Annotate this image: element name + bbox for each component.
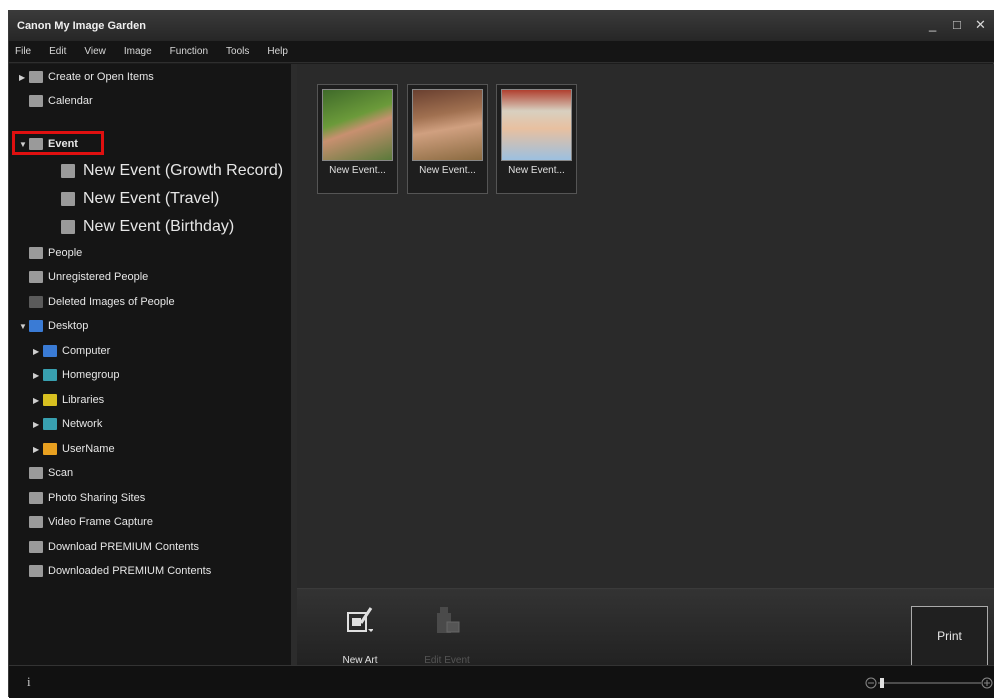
- event-photo: [322, 89, 393, 161]
- menu-view[interactable]: View: [78, 46, 118, 57]
- status-bar: i: [9, 665, 994, 698]
- sidebar-item-label: Photo Sharing Sites: [48, 492, 146, 504]
- menu-tools[interactable]: Tools: [220, 46, 261, 57]
- title-bar: Canon My Image Garden _ □ ✕: [9, 11, 994, 41]
- sidebar-item-label: Download PREMIUM Contents: [48, 541, 200, 553]
- growth-record-icon: [61, 164, 75, 178]
- folder-icon: [29, 565, 43, 577]
- menu-bar: File Edit View Image Function Tools Help: [9, 41, 994, 63]
- sidebar-item-label: UserName: [62, 443, 115, 455]
- sidebar-item-homegroup[interactable]: ▶ Homegroup: [33, 364, 119, 386]
- highlight-box: [12, 131, 104, 155]
- close-button[interactable]: ✕: [975, 18, 986, 32]
- scan-icon: [29, 467, 43, 479]
- menu-file[interactable]: File: [9, 46, 43, 57]
- sidebar-item-label: Libraries: [62, 394, 105, 406]
- sidebar-item-label: New Event (Growth Record): [83, 162, 284, 179]
- edit-event-icon: [437, 607, 460, 633]
- sidebar-item-growth-record[interactable]: New Event (Growth Record): [61, 158, 283, 184]
- birthday-icon: [61, 220, 75, 234]
- info-icon[interactable]: i: [27, 674, 31, 690]
- window-title: Canon My Image Garden: [17, 20, 146, 32]
- computer-icon: [43, 345, 57, 357]
- sidebar-item-label: Homegroup: [62, 369, 120, 381]
- sidebar-item-people[interactable]: People: [29, 242, 82, 264]
- user-folder-icon: [43, 443, 57, 455]
- maximize-button[interactable]: □: [953, 18, 961, 32]
- create-items-icon: [29, 71, 43, 83]
- sidebar-item-video-frame-capture[interactable]: Video Frame Capture: [29, 511, 153, 533]
- sidebar-item-photo-sharing[interactable]: Photo Sharing Sites: [29, 487, 145, 509]
- sidebar-item-label: Desktop: [48, 320, 89, 332]
- event-thumbnail[interactable]: New Event...: [496, 84, 577, 194]
- menu-edit[interactable]: Edit: [43, 46, 78, 57]
- expand-arrow-icon[interactable]: ▶: [33, 420, 43, 429]
- event-thumbnail[interactable]: New Event...: [407, 84, 488, 194]
- unregistered-person-icon: [29, 271, 43, 283]
- sidebar-item-unregistered-people[interactable]: Unregistered People: [29, 266, 148, 288]
- calendar-icon: [29, 95, 43, 107]
- expand-arrow-icon[interactable]: ▶: [33, 396, 43, 405]
- event-thumbnail[interactable]: New Event...: [317, 84, 398, 194]
- homegroup-icon: [43, 369, 57, 381]
- thumbnail-label: New Event...: [329, 165, 386, 176]
- download-icon: [29, 541, 43, 553]
- sidebar-item-desktop[interactable]: ▼ Desktop: [19, 315, 88, 337]
- expand-arrow-icon[interactable]: ▶: [33, 347, 43, 356]
- photo-sharing-icon: [29, 492, 43, 504]
- sidebar-item-downloaded-premium[interactable]: Downloaded PREMIUM Contents: [29, 560, 211, 582]
- sidebar-item-label: Scan: [48, 467, 74, 479]
- thumbnail-label: New Event...: [508, 165, 565, 176]
- sidebar-item-label: Video Frame Capture: [48, 516, 153, 528]
- sidebar-item-download-premium[interactable]: Download PREMIUM Contents: [29, 536, 199, 558]
- new-art-button[interactable]: New Art: [330, 597, 390, 666]
- sidebar-item-libraries[interactable]: ▶ Libraries: [33, 389, 104, 411]
- network-icon: [43, 418, 57, 430]
- sidebar-item-deleted-images[interactable]: Deleted Images of People: [29, 291, 175, 313]
- sidebar-item-label: Computer: [62, 345, 111, 357]
- print-button[interactable]: Print: [911, 606, 988, 666]
- app-window: Canon My Image Garden _ □ ✕ File Edit Vi…: [8, 10, 994, 698]
- sidebar-item-label: People: [48, 247, 83, 259]
- sidebar-item-label: Unregistered People: [48, 271, 149, 283]
- sidebar-item-label: Deleted Images of People: [48, 296, 175, 308]
- sidebar-tree: ▶ Create or Open Items Calendar ▼ Event …: [9, 64, 291, 665]
- event-photo: [412, 89, 483, 161]
- expand-arrow-icon[interactable]: ▶: [33, 445, 43, 454]
- sidebar-item-travel[interactable]: New Event (Travel): [61, 186, 219, 212]
- sidebar-item-label: Network: [62, 418, 103, 430]
- event-photo: [501, 89, 572, 161]
- menu-image[interactable]: Image: [118, 46, 164, 57]
- sidebar-item-scan[interactable]: Scan: [29, 462, 73, 484]
- zoom-slider[interactable]: [865, 676, 993, 690]
- travel-icon: [61, 192, 75, 206]
- expand-arrow-icon[interactable]: ▶: [33, 371, 43, 380]
- expand-arrow-icon[interactable]: ▶: [19, 73, 29, 82]
- sidebar-item-label: New Event (Travel): [83, 190, 220, 207]
- menu-help[interactable]: Help: [261, 46, 300, 57]
- sidebar-item-create-or-open[interactable]: ▶ Create or Open Items: [19, 66, 154, 88]
- libraries-icon: [43, 394, 57, 406]
- video-frame-icon: [29, 516, 43, 528]
- person-icon: [29, 247, 43, 259]
- sidebar-item-birthday[interactable]: New Event (Birthday): [61, 214, 234, 240]
- sidebar-item-label: Downloaded PREMIUM Contents: [48, 565, 212, 577]
- sidebar-item-label: New Event (Birthday): [83, 218, 235, 235]
- edit-event-button[interactable]: Edit Event: [417, 597, 477, 666]
- sidebar-item-calendar[interactable]: Calendar: [29, 90, 93, 112]
- bottom-toolbar: New Art Edit Event Print: [297, 588, 994, 666]
- sidebar-item-label: Calendar: [48, 95, 93, 107]
- content-area: New Event... New Event... New Event...: [297, 64, 994, 588]
- sidebar-item-label: Create or Open Items: [48, 71, 154, 83]
- collapse-arrow-icon[interactable]: ▼: [19, 322, 29, 331]
- sidebar-item-computer[interactable]: ▶ Computer: [33, 340, 110, 362]
- thumbnail-label: New Event...: [419, 165, 476, 176]
- desktop-icon: [29, 320, 43, 332]
- sidebar-item-network[interactable]: ▶ Network: [33, 413, 102, 435]
- new-art-icon: [347, 607, 373, 632]
- menu-function[interactable]: Function: [164, 46, 220, 57]
- deleted-person-icon: [29, 296, 43, 308]
- minimize-button[interactable]: _: [929, 18, 936, 32]
- sidebar-item-username[interactable]: ▶ UserName: [33, 438, 115, 460]
